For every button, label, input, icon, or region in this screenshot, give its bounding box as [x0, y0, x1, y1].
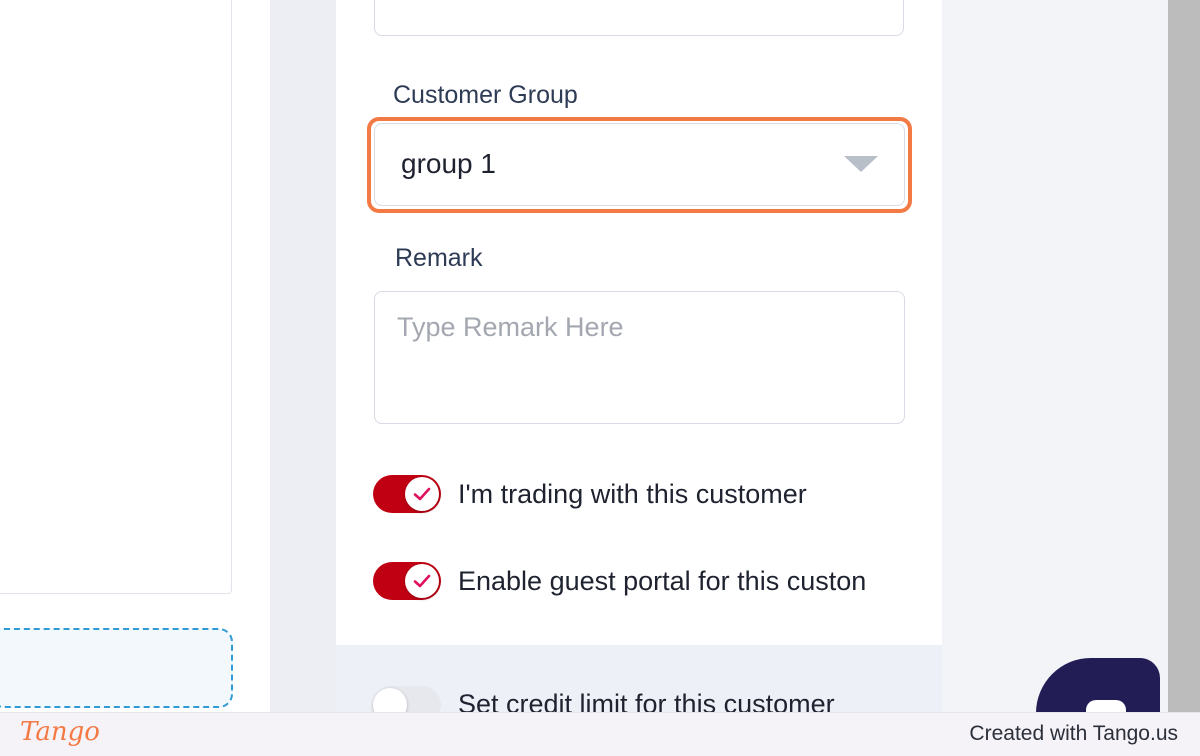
- tango-logo: Tango: [20, 717, 100, 747]
- customer-form: Customer Group group 1 Remark I'm tradin…: [336, 0, 942, 724]
- customer-group-label: Customer Group: [393, 81, 578, 109]
- customer-group-select[interactable]: group 1: [374, 123, 905, 206]
- upload-dropzone[interactable]: [0, 628, 233, 708]
- panel-gutter: [270, 0, 336, 712]
- remark-textarea[interactable]: [374, 291, 905, 424]
- guest-portal-toggle[interactable]: [373, 562, 441, 600]
- check-icon: [413, 574, 431, 588]
- chevron-down-icon: [844, 156, 878, 172]
- toggle-knob: [405, 564, 439, 598]
- footer-bar: Tango Created with Tango.us: [0, 712, 1200, 756]
- footer-credit: Created with Tango.us: [969, 722, 1178, 745]
- trading-toggle-label: I'm trading with this customer: [458, 479, 807, 509]
- previous-field[interactable]: [374, 0, 904, 36]
- toggle-knob: [405, 477, 439, 511]
- trading-toggle[interactable]: [373, 475, 441, 513]
- check-icon: [413, 487, 431, 501]
- guest-portal-toggle-label: Enable guest portal for this custon: [458, 566, 867, 596]
- right-panel: [942, 0, 1200, 712]
- remark-label: Remark: [395, 244, 483, 272]
- customer-group-value: group 1: [401, 148, 496, 179]
- credit-limit-section: Set credit limit for this customer: [336, 645, 942, 724]
- scrollbar[interactable]: [1168, 0, 1200, 712]
- left-card: [0, 0, 232, 594]
- scrollbar-thumb[interactable]: [1168, 0, 1200, 712]
